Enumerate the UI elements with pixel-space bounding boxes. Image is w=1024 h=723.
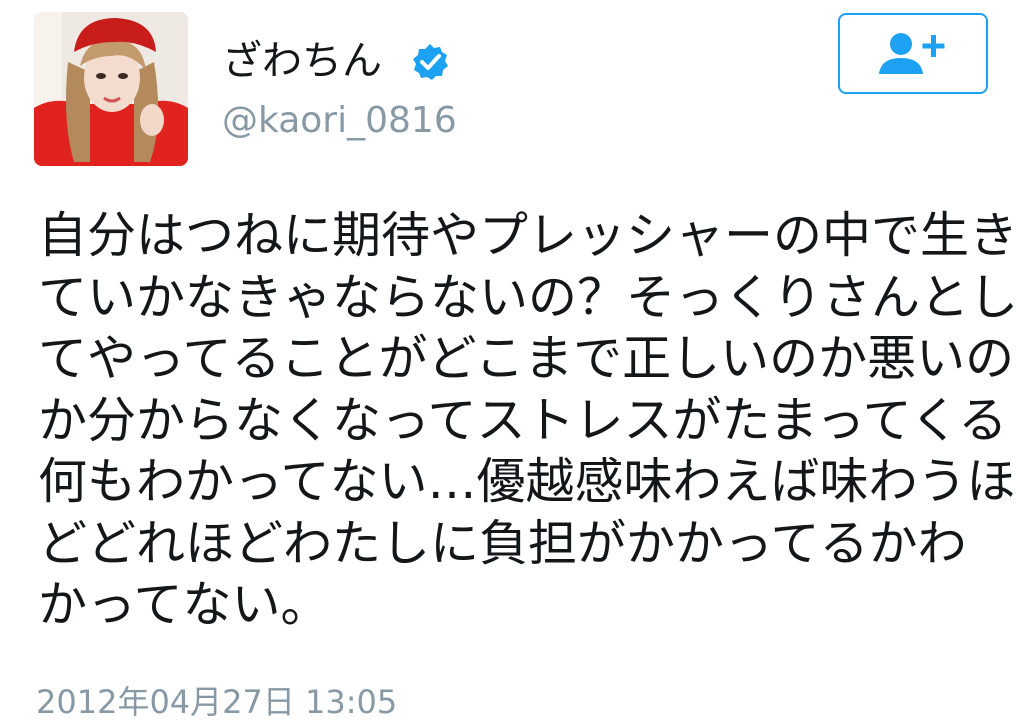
follow-button[interactable] [838,13,988,94]
tweet-line: どどれほどわたしに負担がかかってるかわ [38,514,967,572]
display-name[interactable]: ざわちん [222,36,382,86]
tweet-line: かってない。 [38,576,330,633]
tweet-line: 何もわかってない…優越感味わえば味わうほ [38,453,1016,510]
tweet-line: てやってることがどこまで正しいのか悪いの [38,330,1015,387]
tweet-line: 自分はつねに期待やプレッシャーの中で生き [38,207,1019,264]
verified-badge-icon [413,44,448,80]
avatar[interactable] [34,12,188,166]
profile-photo [34,12,188,166]
tweet-timestamp[interactable]: 2012年04月27日 13:05 [36,682,397,722]
tweet-line: ていかなきゃならないの？そっくりさんとし [38,268,1019,326]
add-user-icon [879,32,945,74]
tweet-line: か分からなくなってストレスがたまってくる [38,391,1008,449]
tweet-text: 自分はつねに期待やプレッシャーの中で生き ていかなきゃならないの？そっくりさんと… [38,205,1019,636]
user-handle[interactable]: @kaori_0816 [222,98,457,144]
